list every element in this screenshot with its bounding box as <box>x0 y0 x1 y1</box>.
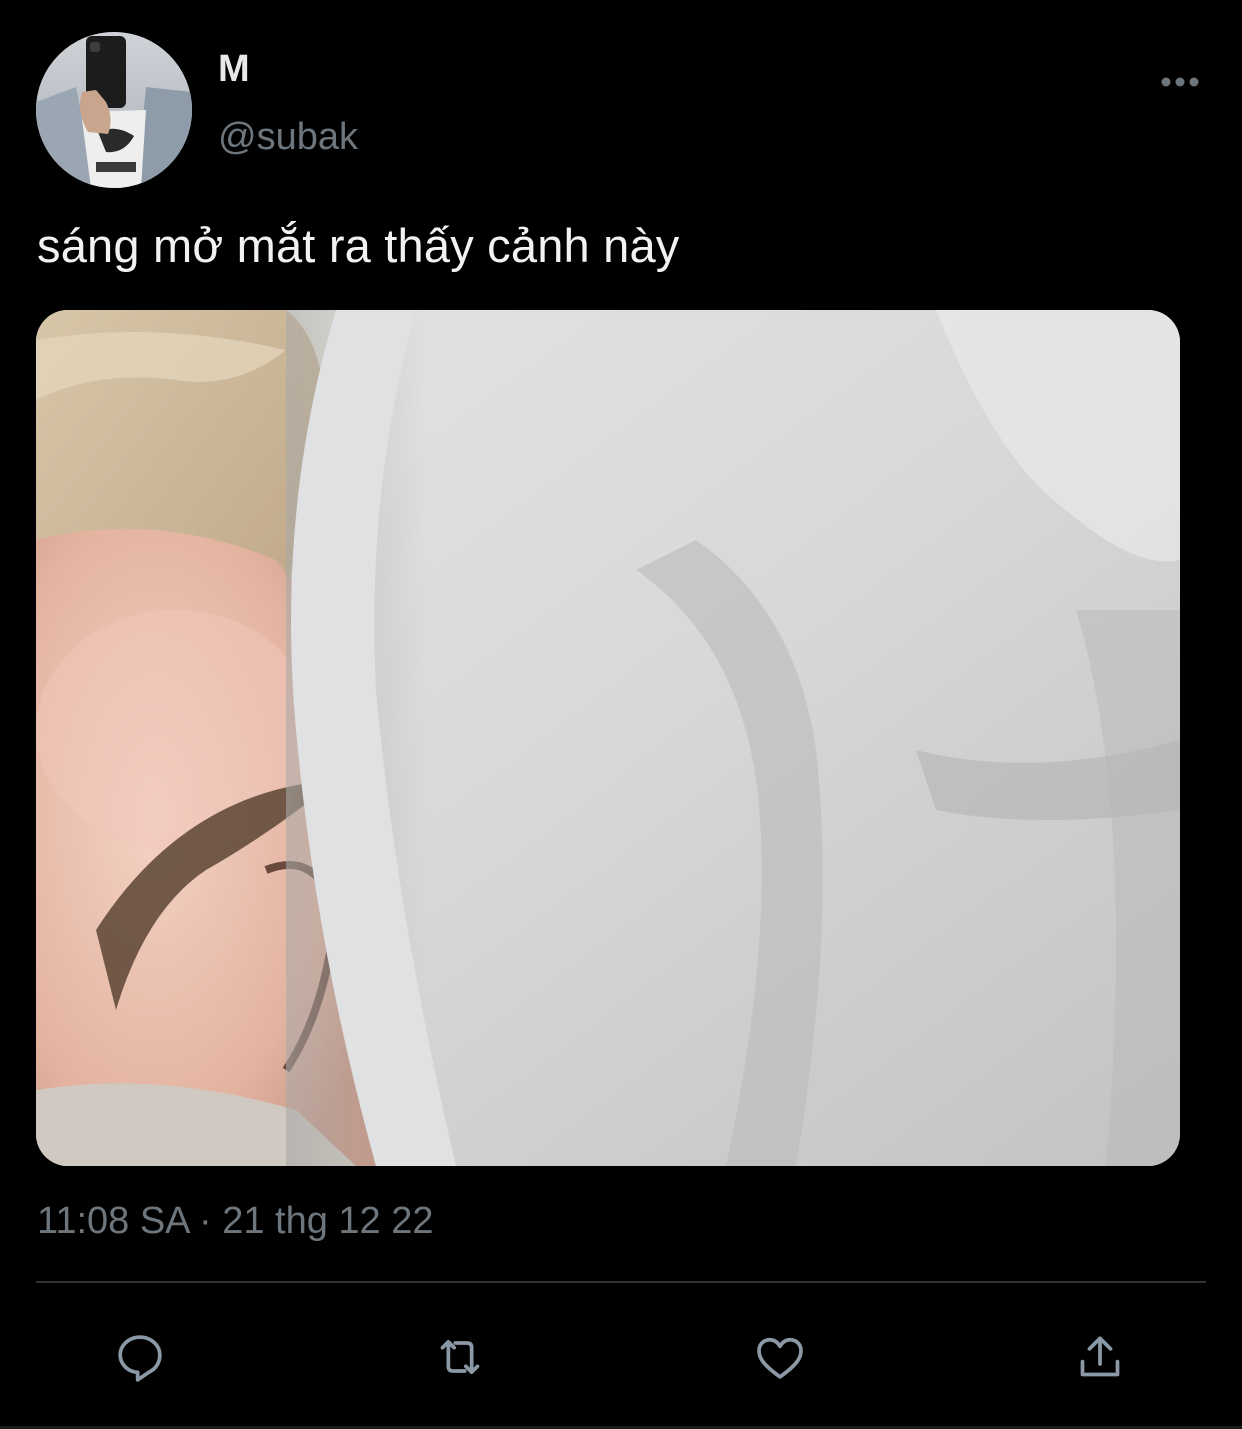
tweet-photo[interactable] <box>36 310 1180 1166</box>
sleeping-person-photo <box>36 310 1180 1166</box>
divider <box>36 1281 1206 1283</box>
share-button[interactable] <box>1065 1322 1135 1392</box>
reply-button[interactable] <box>105 1322 175 1392</box>
heart-icon <box>757 1337 803 1379</box>
avatar[interactable] <box>36 32 192 188</box>
retweet-button[interactable] <box>425 1322 495 1392</box>
more-options-button[interactable] <box>1150 64 1210 100</box>
like-button[interactable] <box>745 1322 815 1392</box>
tweet-timestamp[interactable]: 11:08 SA · 21 thg 12 22 <box>37 1200 434 1243</box>
share-icon <box>1080 1336 1120 1377</box>
tweet-text: sáng mở mắt ra thấy cảnh này <box>37 219 680 272</box>
retweet-icon <box>440 1339 480 1375</box>
tweet-date: 21 thg 12 22 <box>222 1200 434 1242</box>
tweet-time: 11:08 SA <box>37 1200 189 1242</box>
meta-separator: · <box>199 1200 212 1242</box>
handle[interactable]: @subak <box>218 116 358 159</box>
more-horizontal-icon <box>1161 77 1199 87</box>
avatar-image <box>36 32 192 188</box>
display-name[interactable]: M <box>218 48 250 91</box>
reply-icon <box>118 1335 162 1382</box>
